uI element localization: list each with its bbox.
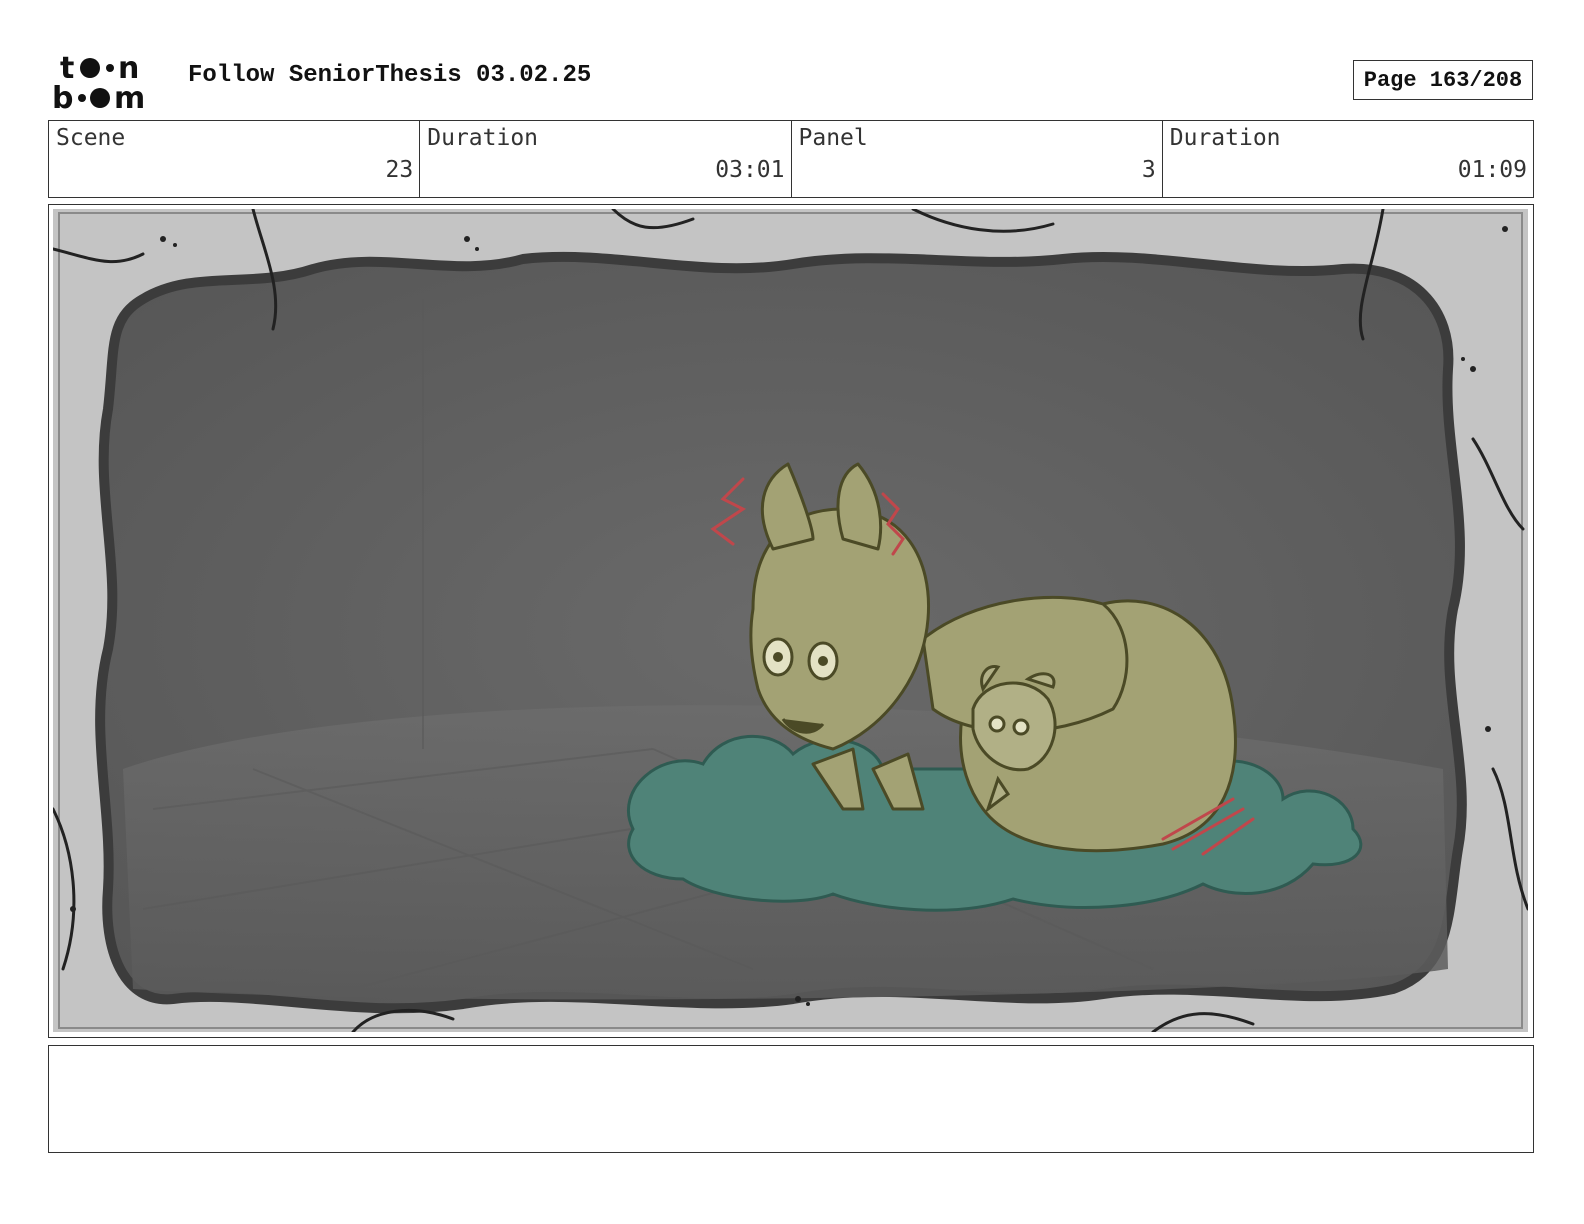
scene-value: 23: [385, 157, 414, 183]
panel-duration-label: Duration: [1169, 125, 1281, 151]
panel-label: Panel: [798, 125, 868, 151]
scene-duration-cell: Duration 03:01: [420, 121, 792, 197]
toon-boom-logo: t n b m: [52, 50, 164, 112]
scene-label: Scene: [56, 125, 126, 151]
scene-duration-label: Duration: [427, 125, 539, 151]
panel-duration-cell: Duration 01:09: [1163, 121, 1533, 197]
scene-cell: Scene 23: [49, 121, 421, 197]
panel-value: 3: [1141, 157, 1156, 183]
svg-text:b: b: [52, 81, 73, 112]
page-number: Page 163/208: [1353, 60, 1533, 100]
panel-duration-value: 01:09: [1457, 157, 1527, 183]
info-row: Scene 23 Duration 03:01 Panel 3 Duration…: [48, 120, 1534, 198]
panel-notes: [48, 1045, 1534, 1153]
panel-cell: Panel 3: [792, 121, 1163, 197]
scene-illustration: [53, 209, 1528, 1032]
document-title: Follow SeniorThesis 03.02.25: [188, 62, 592, 89]
storyboard-panel: [48, 204, 1534, 1038]
svg-text:m: m: [114, 81, 145, 112]
panel-drawing: [53, 209, 1528, 1032]
scene-duration-value: 03:01: [715, 157, 785, 183]
